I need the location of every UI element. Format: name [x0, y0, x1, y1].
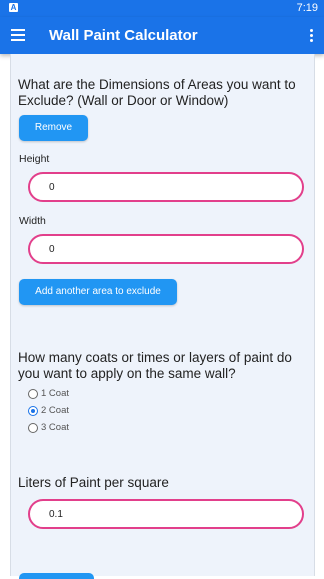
- liters-input[interactable]: [28, 499, 304, 529]
- coat-option-label: 1 Coat: [41, 388, 69, 399]
- radio-button-checked[interactable]: [28, 406, 38, 416]
- more-options-icon[interactable]: [309, 28, 315, 44]
- height-label: Height: [19, 153, 50, 165]
- calculate-button[interactable]: [19, 573, 94, 579]
- coat-option-label: 3 Coat: [41, 422, 69, 433]
- notification-icon: A: [9, 3, 18, 12]
- status-bar: A 7:19: [0, 0, 324, 17]
- hamburger-menu-icon[interactable]: [10, 27, 28, 43]
- coats-question: How many coats or times or layers of pai…: [18, 350, 292, 381]
- radio-button[interactable]: [28, 389, 38, 399]
- remove-button[interactable]: Remove: [19, 115, 88, 141]
- add-area-button[interactable]: Add another area to exclude: [19, 279, 177, 305]
- app-title: Wall Paint Calculator: [49, 27, 198, 44]
- width-input[interactable]: [28, 234, 304, 264]
- coat-option-label: 2 Coat: [41, 405, 69, 416]
- radio-button[interactable]: [28, 423, 38, 433]
- height-input[interactable]: [28, 172, 304, 202]
- liters-label: Liters of Paint per square: [18, 475, 169, 490]
- status-time: 7:19: [296, 2, 318, 14]
- width-label: Width: [19, 215, 46, 227]
- exclude-question: What are the Dimensions of Areas you wan…: [18, 77, 296, 108]
- app-bar: Wall Paint Calculator: [0, 17, 324, 54]
